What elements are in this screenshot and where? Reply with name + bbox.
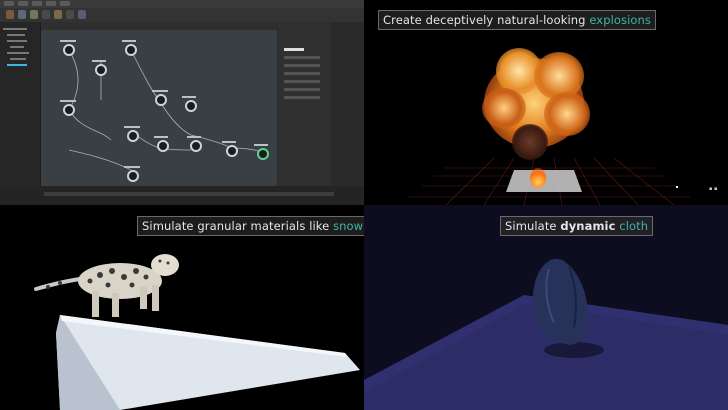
timeline-slider[interactable]	[44, 192, 334, 196]
snow-leopard-icon	[34, 254, 179, 317]
caption-highlight: explosions	[589, 13, 652, 27]
flame-icon	[530, 168, 546, 188]
menu-item[interactable]	[46, 1, 56, 6]
tool-icon[interactable]	[54, 10, 62, 19]
parameter-pane	[278, 22, 330, 186]
timeline-bar[interactable]	[0, 186, 364, 205]
node-icon[interactable]	[63, 104, 75, 116]
caption-text: Create deceptively natural-looking	[383, 13, 590, 27]
scene-tree	[0, 22, 41, 192]
node-label	[92, 60, 106, 62]
node-icon[interactable]	[226, 145, 238, 157]
menu-item[interactable]	[32, 1, 42, 6]
menu-item[interactable]	[4, 1, 14, 6]
network-tab-bar	[41, 22, 277, 30]
smoke-icon	[512, 124, 548, 160]
fireball-icon	[482, 88, 526, 128]
caption-explosions: Create deceptively natural-looking explo…	[378, 10, 657, 30]
viewport-readout: ▪ ▪	[709, 186, 718, 192]
node-icon[interactable]	[155, 94, 167, 106]
node-label	[60, 40, 76, 42]
houdini-network-panel	[0, 0, 364, 205]
fireball-icon	[544, 92, 590, 136]
node-label	[254, 144, 268, 146]
tree-item[interactable]	[10, 46, 24, 48]
node-label	[124, 166, 140, 168]
param-row[interactable]	[284, 56, 320, 59]
caption-cloth: Simulate dynamic cloth	[500, 216, 654, 236]
tree-item[interactable]	[3, 28, 27, 30]
tree-item[interactable]	[7, 40, 27, 42]
tree-item-selected[interactable]	[7, 64, 27, 66]
tree-item[interactable]	[7, 34, 25, 36]
node-label	[60, 100, 76, 102]
explosion-panel: ▪ ▪ Create deceptively natural-looking e…	[364, 0, 728, 205]
tree-item[interactable]	[7, 52, 29, 54]
tool-icon[interactable]	[42, 10, 50, 19]
tool-icon[interactable]	[66, 10, 74, 19]
tool-icon[interactable]	[78, 10, 86, 19]
node-icon[interactable]	[127, 170, 139, 182]
param-row[interactable]	[284, 64, 320, 67]
menu-bar	[0, 0, 364, 8]
shelf-toolbar	[0, 8, 364, 22]
param-row[interactable]	[284, 80, 320, 83]
side-pane	[331, 22, 364, 186]
menu-item[interactable]	[60, 1, 70, 6]
output-node-icon[interactable]	[257, 148, 269, 160]
caption-highlight: snow	[333, 219, 364, 233]
caption-bold: dynamic	[560, 219, 616, 233]
node-icon[interactable]	[95, 64, 107, 76]
node-icon[interactable]	[190, 140, 202, 152]
tool-icon[interactable]	[18, 10, 26, 19]
node-wires	[68, 49, 264, 171]
menu-item[interactable]	[18, 1, 28, 6]
node-icon[interactable]	[63, 44, 75, 56]
node-label	[122, 40, 136, 42]
caption-text: Simulate granular materials like	[142, 219, 334, 233]
node-label	[124, 126, 140, 128]
node-icon[interactable]	[125, 44, 137, 56]
param-row[interactable]	[284, 48, 304, 51]
caption-text: Simulate	[505, 219, 561, 233]
param-row[interactable]	[284, 96, 320, 99]
viewport-icon	[676, 186, 678, 188]
node-label	[187, 136, 201, 138]
tree-item[interactable]	[10, 58, 26, 60]
tool-icon[interactable]	[30, 10, 38, 19]
param-row[interactable]	[284, 72, 320, 75]
node-icon[interactable]	[185, 100, 197, 112]
caption-snow: Simulate granular materials like snow	[137, 216, 364, 236]
node-label	[154, 136, 168, 138]
node-icon[interactable]	[157, 140, 169, 152]
param-row[interactable]	[284, 88, 320, 91]
node-label	[182, 96, 196, 98]
cloth-panel: Simulate dynamic cloth	[364, 205, 728, 410]
tool-icon[interactable]	[6, 10, 14, 19]
node-label	[152, 90, 168, 92]
node-icon[interactable]	[127, 130, 139, 142]
node-label	[222, 141, 236, 143]
snow-panel: Simulate granular materials like snow	[0, 205, 364, 410]
caption-highlight: cloth	[619, 219, 649, 233]
